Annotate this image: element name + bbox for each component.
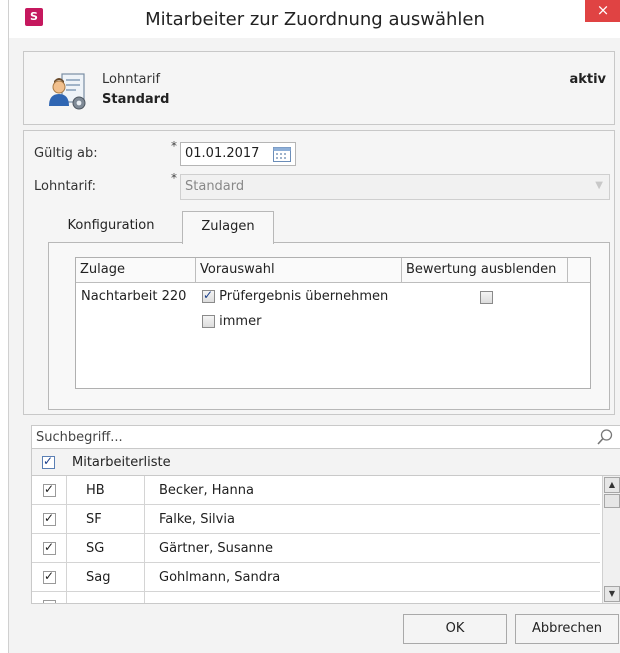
scroll-down-icon[interactable]: ▼ xyxy=(604,586,620,602)
select-all-checkbox[interactable] xyxy=(42,454,55,469)
status-label: aktiv xyxy=(569,72,606,87)
column-header-vorauswahl[interactable]: Vorauswahl xyxy=(196,258,402,282)
grid-header: Zulage Vorauswahl Bewertung ausblenden xyxy=(76,258,590,283)
employee-code: SG xyxy=(86,541,105,556)
immer-label: immer xyxy=(219,314,262,329)
employee-code: HB xyxy=(86,483,105,498)
search-placeholder: Suchbegriff... xyxy=(36,430,123,445)
employee-checkbox[interactable] xyxy=(43,540,56,555)
valid-from-date-input[interactable]: 01.01.2017 xyxy=(180,142,296,166)
dialog-title: Mitarbeiter zur Zuordnung auswählen xyxy=(145,9,485,30)
employee-code: SF xyxy=(86,512,102,527)
valid-from-label: Gültig ab: xyxy=(34,146,98,161)
tariff-select-value: Standard xyxy=(185,179,245,194)
valid-from-value: 01.01.2017 xyxy=(185,146,260,161)
search-input[interactable]: Suchbegriff... xyxy=(31,425,620,449)
tab-konfiguration[interactable]: Konfiguration xyxy=(48,211,174,243)
calendar-icon[interactable] xyxy=(273,146,291,162)
tariff-select[interactable]: Standard ▼ xyxy=(180,174,610,200)
employee-checkbox[interactable] xyxy=(43,482,56,497)
employee-list: HB Becker, Hanna SF Falke, Silvia SG Gär… xyxy=(31,476,620,604)
allowance-name: Nachtarbeit 220 xyxy=(81,289,187,304)
required-marker: * xyxy=(171,139,177,153)
required-marker: * xyxy=(171,171,177,185)
employee-row[interactable]: SG Gärtner, Susanne xyxy=(32,534,600,563)
immer-checkbox[interactable] xyxy=(202,315,215,328)
search-icon[interactable] xyxy=(596,428,614,446)
column-header-zulage[interactable]: Zulage xyxy=(76,258,196,282)
employee-code: Sag xyxy=(86,570,111,585)
pruefergebnis-label: Prüfergebnis übernehmen xyxy=(219,289,389,304)
scroll-thumb[interactable] xyxy=(604,494,620,508)
tab-zulagen[interactable]: Zulagen xyxy=(182,211,274,244)
employee-name: Gohlmann, Sandra xyxy=(159,570,281,585)
employee-settings-icon xyxy=(49,73,86,110)
dialog-window: S Mitarbeiter zur Zuordnung auswählen × … xyxy=(8,0,620,653)
employee-checkbox[interactable] xyxy=(43,600,56,603)
employee-row[interactable]: HB Becker, Hanna xyxy=(32,476,600,505)
employee-name: Falke, Silvia xyxy=(159,512,235,527)
employee-checkbox[interactable] xyxy=(43,569,56,584)
pruefergebnis-checkbox[interactable] xyxy=(202,288,215,303)
option-immer[interactable]: immer xyxy=(202,314,261,329)
employee-name: Gärtner, Susanne xyxy=(159,541,274,556)
ok-button[interactable]: OK xyxy=(403,614,507,644)
info-type-label: Lohntarif xyxy=(102,72,161,87)
form-panel: Gültig ab: * 01.01.2017 Lohntarif: * Sta… xyxy=(23,130,615,415)
chevron-down-icon: ▼ xyxy=(595,180,603,191)
hide-rating-checkbox[interactable] xyxy=(480,291,493,304)
employee-row-partial[interactable] xyxy=(32,592,600,603)
tab-content-zulagen: Zulage Vorauswahl Bewertung ausblenden N… xyxy=(48,242,610,410)
tariff-info-panel: Lohntarif Standard aktiv xyxy=(23,51,615,125)
title-bar: S Mitarbeiter zur Zuordnung auswählen × xyxy=(9,0,620,38)
option-pruefergebnis[interactable]: Prüfergebnis übernehmen xyxy=(202,288,389,304)
list-scrollbar[interactable]: ▲ ▼ xyxy=(602,476,620,603)
cancel-button[interactable]: Abbrechen xyxy=(515,614,619,644)
employee-row[interactable]: SF Falke, Silvia xyxy=(32,505,600,534)
employee-list-title: Mitarbeiterliste xyxy=(72,455,171,470)
employee-name: Becker, Hanna xyxy=(159,483,254,498)
allowances-grid: Zulage Vorauswahl Bewertung ausblenden N… xyxy=(75,257,591,389)
employee-list-header: Mitarbeiterliste xyxy=(31,449,620,476)
info-tariff-name: Standard xyxy=(102,92,170,107)
close-button[interactable]: × xyxy=(585,0,620,22)
column-header-bewertung[interactable]: Bewertung ausblenden xyxy=(402,258,568,282)
employee-row[interactable]: Sag Gohlmann, Sandra xyxy=(32,563,600,592)
scroll-up-icon[interactable]: ▲ xyxy=(604,477,620,493)
tariff-label: Lohntarif: xyxy=(34,179,96,194)
employee-checkbox[interactable] xyxy=(43,511,56,526)
